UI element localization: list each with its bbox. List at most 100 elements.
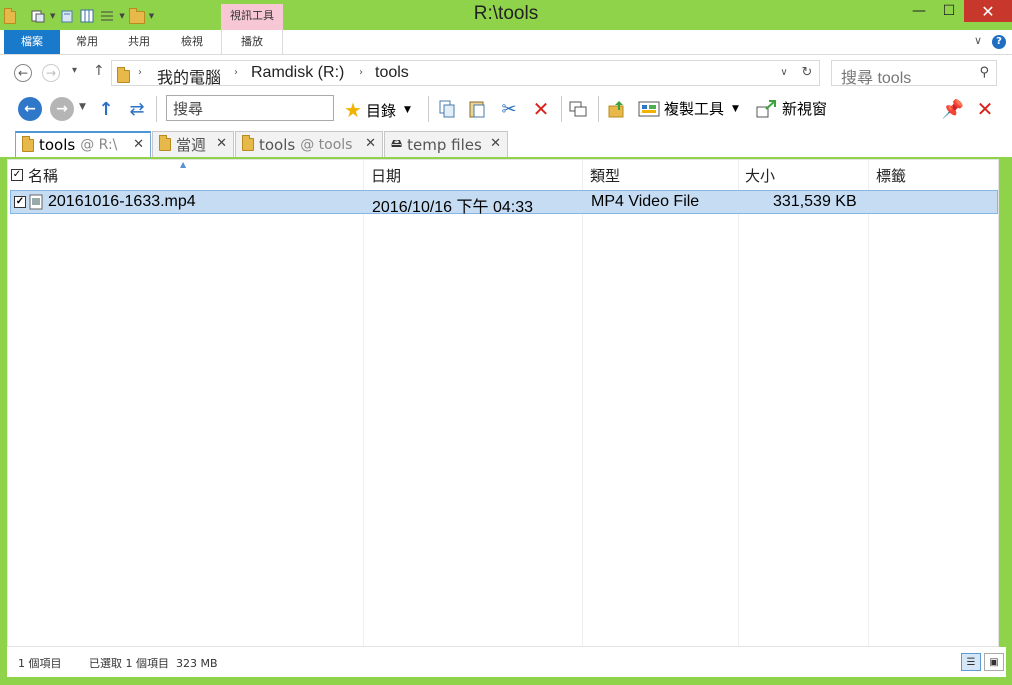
tab-view[interactable]: 檢視 — [166, 30, 218, 54]
tab-play[interactable]: 播放 — [221, 30, 283, 54]
up-arrow-icon[interactable]: ↑ — [93, 63, 105, 79]
copy-tools-label: 複製工具 — [664, 100, 725, 118]
address-box[interactable]: › 我的電腦 › Ramdisk (R:) › tools ∨ — [111, 60, 820, 88]
breadcrumb-tools[interactable]: tools — [375, 64, 409, 82]
folder-up-icon[interactable] — [606, 99, 628, 119]
column-size[interactable]: 大小 — [745, 165, 775, 186]
minimize-button[interactable]: — — [904, 0, 934, 22]
windows-icon[interactable] — [567, 99, 589, 119]
tab-file[interactable]: 檔案 — [4, 30, 60, 54]
new-folder-icon[interactable] — [128, 8, 145, 24]
column-type[interactable]: 類型 — [590, 165, 620, 186]
customize-qat-icon[interactable]: ▼ — [149, 12, 154, 20]
list-view-icon[interactable] — [99, 8, 115, 24]
recent-locations-icon[interactable]: ▾ — [72, 65, 77, 76]
delete-icon[interactable]: ✕ — [530, 97, 552, 121]
star-icon: ★ — [344, 98, 362, 122]
search-input[interactable]: 搜尋 tools ⚲ — [831, 60, 997, 87]
column-name[interactable]: 名稱 — [28, 165, 58, 186]
folder-icon — [159, 135, 171, 151]
bookmarks-label: 目錄 — [365, 101, 396, 120]
close-tab-icon[interactable]: ✕ — [133, 137, 144, 152]
file-row[interactable]: ✓ 20161016-1633.mp4 2016/10/16 下午 04:33 … — [10, 190, 998, 216]
file-list: ✓ ▲ 名稱 日期 類型 大小 標籤 ✓ 20161016-1633.mp4 2… — [7, 159, 999, 647]
close-button[interactable]: ✕ — [964, 0, 1012, 22]
toolbar-separator — [156, 96, 157, 122]
breadcrumb-separator-icon[interactable]: › — [234, 67, 238, 78]
new-window-button[interactable]: 新視窗 — [756, 98, 827, 119]
toolbar-separator — [561, 96, 562, 122]
cut-icon[interactable]: ✂ — [498, 99, 520, 120]
recycle-icon[interactable] — [59, 8, 75, 24]
folder-tab-location: @ tools — [300, 136, 353, 153]
refresh-icon[interactable]: ⇄ — [126, 99, 148, 120]
close-tab-icon[interactable]: ✕ — [216, 136, 227, 151]
dropdown-arrow-icon: ▼ — [403, 105, 411, 115]
ribbon-tabs: 檔案 常用 共用 檢視 播放 ∨ ? — [0, 30, 1012, 55]
file-date: 2016/10/16 下午 04:33 — [372, 199, 534, 216]
back-icon[interactable]: ← — [18, 97, 42, 121]
help-icon[interactable]: ? — [992, 35, 1006, 49]
close-toolbar-icon[interactable]: ✕ — [974, 97, 996, 121]
explorer-window: ▼ ▼ ▼ 視訊工具 R:\tools — ☐ ✕ 檔案 常用 共用 檢視 播放 — [0, 0, 1012, 685]
search-placeholder: 搜尋 tools — [841, 70, 912, 87]
tab-share[interactable]: 共用 — [114, 30, 164, 54]
window-controls: — ☐ ✕ — [904, 0, 1012, 22]
folder-tab-name: temp files — [407, 135, 482, 154]
bookmarks-button[interactable]: ★ 目錄 ▼ — [344, 98, 411, 122]
properties-icon[interactable] — [30, 8, 46, 24]
folder-icon — [117, 67, 130, 83]
back-arrow-icon[interactable]: ← — [14, 64, 32, 82]
folder-tab-this-week[interactable]: 當週 ✕ — [152, 131, 234, 157]
file-size: 331,539 KB — [773, 193, 857, 210]
forward-arrow-icon[interactable]: → — [42, 64, 60, 82]
dropdown-arrow-icon[interactable]: ▼ — [50, 12, 55, 20]
tab-home[interactable]: 常用 — [62, 30, 112, 54]
status-bar: 1 個項目 已選取 1 個項目 323 MB ☰ ▣ — [7, 647, 1006, 677]
breadcrumb-ramdisk[interactable]: Ramdisk (R:) — [251, 64, 344, 82]
expand-ribbon-icon[interactable]: ∨ — [974, 34, 982, 47]
dropdown-arrow-icon[interactable]: ▼ — [119, 12, 124, 20]
close-tab-icon[interactable]: ✕ — [490, 136, 501, 151]
search-icon[interactable]: ⚲ — [979, 65, 989, 80]
title-bar: ▼ ▼ ▼ 視訊工具 R:\tools — ☐ ✕ — [0, 0, 1012, 30]
toolbar-search-input[interactable]: 搜尋 — [166, 95, 334, 121]
folder-tab-name: tools — [259, 135, 296, 154]
toolbar-separator — [428, 96, 429, 122]
selection-info: 已選取 1 個項目 323 MB — [89, 657, 218, 670]
folder-icon — [22, 135, 34, 152]
paste-icon[interactable] — [466, 99, 488, 119]
column-divider — [582, 160, 583, 646]
forward-icon[interactable]: → — [50, 97, 74, 121]
up-icon[interactable]: ↑ — [95, 99, 117, 120]
breadcrumb-separator-icon[interactable]: › — [138, 67, 142, 78]
columns-icon[interactable] — [79, 8, 95, 24]
column-header-row: ✓ ▲ 名稱 日期 類型 大小 標籤 — [8, 160, 998, 188]
column-tag[interactable]: 標籤 — [876, 165, 906, 186]
sort-ascending-icon: ▲ — [180, 160, 187, 169]
address-dropdown-icon[interactable]: ∨ — [773, 61, 794, 85]
breadcrumb-my-computer[interactable]: 我的電腦 — [157, 64, 221, 88]
copy-icon[interactable] — [436, 99, 458, 119]
details-view-icon[interactable]: ☰ — [961, 653, 981, 671]
folder-icon[interactable] — [4, 8, 16, 24]
large-icons-view-icon[interactable]: ▣ — [984, 653, 1004, 671]
close-tab-icon[interactable]: ✕ — [365, 136, 376, 151]
maximize-button[interactable]: ☐ — [934, 0, 964, 22]
file-name[interactable]: 20161016-1633.mp4 — [48, 193, 196, 211]
file-type: MP4 Video File — [591, 193, 700, 210]
quick-access-toolbar: ▼ ▼ ▼ — [4, 6, 154, 26]
folder-tab-tools-tools[interactable]: tools @ tools ✕ — [235, 131, 383, 157]
column-date[interactable]: 日期 — [371, 165, 401, 186]
folder-tabs-bar: tools @ R:\ ✕ 當週 ✕ tools @ tools ✕ 🖴 tem… — [0, 127, 1012, 157]
copy-tools-button[interactable]: 複製工具 ▼ — [638, 98, 739, 119]
refresh-icon[interactable]: ↻ — [795, 60, 820, 86]
folder-tab-tools-r[interactable]: tools @ R:\ ✕ — [15, 131, 151, 157]
file-checkbox[interactable]: ✓ — [14, 196, 26, 208]
history-dropdown-icon[interactable]: ▼ — [79, 102, 86, 112]
breadcrumb-separator-icon[interactable]: › — [359, 67, 363, 78]
item-count: 1 個項目 — [18, 657, 62, 670]
select-all-checkbox[interactable]: ✓ — [11, 169, 23, 181]
pin-icon[interactable]: 📌 — [942, 99, 964, 120]
folder-tab-temp-files[interactable]: 🖴 temp files ✕ — [384, 131, 508, 157]
